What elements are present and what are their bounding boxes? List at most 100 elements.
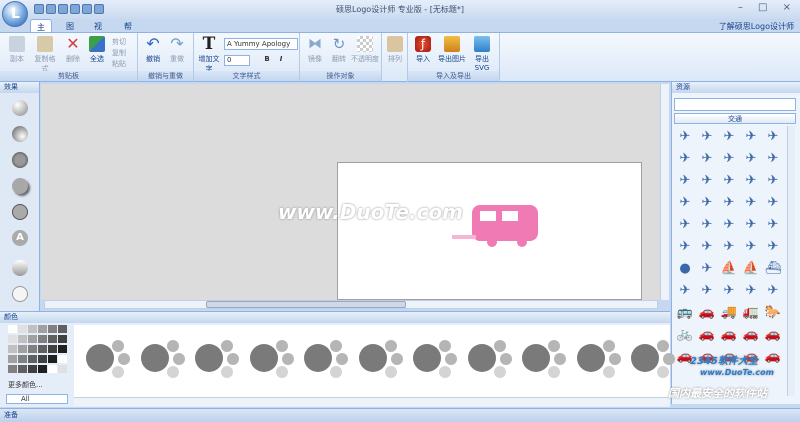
resource-icon[interactable]: ✈ (720, 128, 738, 146)
resource-icon[interactable]: 🚗 (720, 326, 738, 344)
resource-icon[interactable]: ✈ (676, 282, 694, 300)
undo-button[interactable]: ↶ 撤销 (142, 36, 164, 64)
resource-icon[interactable]: ✈ (742, 194, 760, 212)
resource-icon[interactable]: ⛵ (720, 260, 738, 278)
arrange-button[interactable]: 排列 (384, 36, 406, 64)
resource-icon[interactable]: ✈ (698, 172, 716, 190)
resource-icon[interactable]: ✈ (676, 172, 694, 190)
resource-icon[interactable]: ✈ (698, 260, 716, 278)
resource-icon[interactable]: 🚗 (698, 326, 716, 344)
resource-icon[interactable]: ✈ (764, 172, 782, 190)
resource-icon[interactable]: ✈ (742, 282, 760, 300)
resource-icon[interactable]: ✈ (742, 172, 760, 190)
color-swatch[interactable] (38, 335, 47, 343)
resource-icon[interactable]: ✈ (720, 194, 738, 212)
tab-view[interactable]: 视图 (88, 19, 108, 42)
color-swatch[interactable] (8, 355, 17, 363)
color-swatch[interactable] (58, 355, 67, 363)
cut-button[interactable]: 剪切 (112, 37, 126, 47)
filter-select[interactable]: All (6, 394, 68, 404)
color-swatch[interactable] (28, 325, 37, 333)
color-swatch[interactable] (18, 365, 27, 373)
tab-help[interactable]: 帮助 (118, 19, 138, 42)
resource-icon[interactable]: 🚗 (742, 326, 760, 344)
resource-icon[interactable]: ✈ (676, 150, 694, 168)
color-swatch[interactable] (48, 325, 57, 333)
color-swatch[interactable] (38, 325, 47, 333)
resource-icon[interactable]: ✈ (720, 216, 738, 234)
resource-icon[interactable]: 🚗 (698, 304, 716, 322)
resource-icon[interactable]: 🚗 (764, 326, 782, 344)
resource-icon[interactable]: ✈ (720, 238, 738, 256)
color-swatch[interactable] (18, 335, 27, 343)
window-controls[interactable]: – □ × (738, 2, 797, 13)
paste-button[interactable]: 粘贴 (112, 59, 126, 69)
resource-icon[interactable]: ✈ (764, 128, 782, 146)
color-swatch[interactable] (8, 325, 17, 333)
style-scrollbar[interactable] (74, 397, 670, 406)
resource-scrollbar[interactable] (787, 126, 795, 396)
color-swatch[interactable] (58, 345, 67, 353)
effect-text[interactable]: A (12, 230, 28, 246)
effect-none[interactable] (12, 286, 28, 302)
color-swatch[interactable] (18, 345, 27, 353)
resource-icon[interactable]: ✈ (676, 238, 694, 256)
resource-icon[interactable]: 🚌 (676, 304, 694, 322)
resource-icon[interactable]: ✈ (676, 194, 694, 212)
tab-layers[interactable]: 图层 (60, 19, 80, 42)
style-preset[interactable] (413, 338, 459, 380)
style-preset[interactable] (522, 338, 568, 380)
export-image-button[interactable]: 导出图片 (438, 36, 466, 64)
style-preset[interactable] (467, 338, 514, 380)
resource-icon[interactable]: 🚲 (676, 326, 694, 344)
resource-icon[interactable]: ✈ (720, 172, 738, 190)
resource-icon[interactable]: ✈ (676, 128, 694, 146)
delete-button[interactable]: ✕ 删除 (62, 36, 84, 64)
canvas-vertical-scrollbar[interactable] (660, 84, 669, 300)
color-swatch[interactable] (18, 325, 27, 333)
style-preset[interactable] (140, 338, 187, 380)
mirror-button[interactable]: ⧓ 镜像 (304, 36, 326, 64)
resource-icon[interactable]: ✈ (742, 128, 760, 146)
add-text-button[interactable]: T 增加文字 (196, 36, 222, 74)
style-preset[interactable] (195, 338, 241, 380)
copy-format-button[interactable]: 复制格式 (32, 36, 58, 74)
redo-button[interactable]: ↷ 重做 (166, 36, 188, 64)
tab-home[interactable]: 主页 (30, 19, 52, 43)
rotate-button[interactable]: ↻ 翻转 (328, 36, 350, 64)
canvas-scroll-thumb[interactable] (206, 301, 406, 308)
resource-search-input[interactable] (674, 98, 796, 111)
resource-icon[interactable]: ● (676, 260, 694, 278)
effect-emboss[interactable] (12, 126, 28, 142)
color-swatch[interactable] (48, 345, 57, 353)
resource-icon[interactable]: 🚗 (764, 348, 782, 366)
color-swatch[interactable] (28, 345, 37, 353)
color-swatch[interactable] (8, 365, 17, 373)
color-swatch[interactable] (8, 345, 17, 353)
color-swatch[interactable] (28, 335, 37, 343)
style-preset[interactable] (249, 338, 296, 380)
italic-button[interactable]: I (276, 55, 286, 66)
style-preset[interactable] (304, 338, 350, 380)
resource-icon[interactable]: ✈ (698, 150, 716, 168)
effect-inner-shadow[interactable] (12, 152, 28, 168)
resource-icon[interactable]: ✈ (698, 238, 716, 256)
resource-icon[interactable]: ✈ (742, 216, 760, 234)
more-colors-link[interactable]: 更多颜色... (8, 380, 43, 390)
style-preset[interactable] (576, 338, 623, 380)
import-button[interactable]: ƒ 导入 (412, 36, 434, 64)
logo-shape-bus[interactable] (450, 203, 545, 249)
color-swatch[interactable] (48, 335, 57, 343)
style-preset[interactable] (631, 338, 677, 380)
copy-button[interactable]: 副本 (6, 36, 28, 64)
effect-bevel[interactable] (12, 100, 28, 116)
category-select[interactable]: 交通 (674, 113, 796, 124)
opacity-button[interactable]: 不透明度 (350, 36, 380, 64)
resource-icon[interactable]: ✈ (764, 194, 782, 212)
resource-icon[interactable]: ✈ (698, 128, 716, 146)
color-swatch[interactable] (28, 365, 37, 373)
resource-icon[interactable]: ✈ (698, 194, 716, 212)
export-svg-button[interactable]: 导出SVG (468, 36, 496, 72)
resource-icon[interactable]: ✈ (698, 216, 716, 234)
color-swatch[interactable] (38, 365, 47, 373)
